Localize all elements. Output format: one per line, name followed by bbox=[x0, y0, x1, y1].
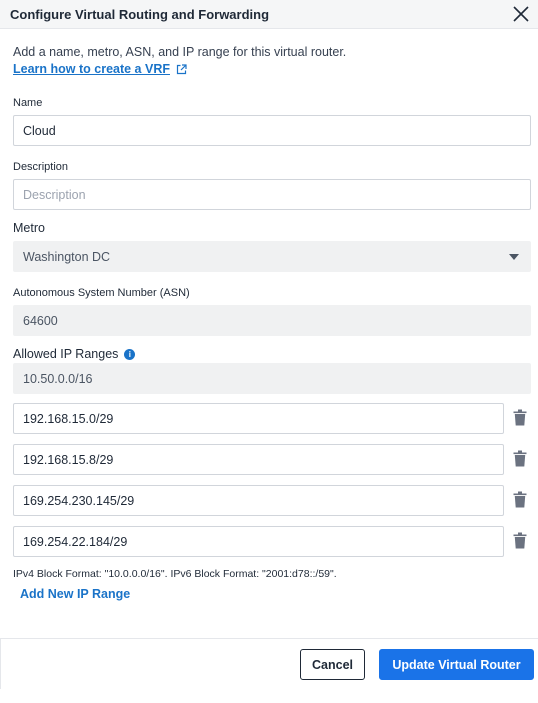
metro-select[interactable]: Washington DC bbox=[13, 241, 531, 272]
trash-icon bbox=[513, 491, 527, 508]
trash-icon bbox=[513, 409, 527, 426]
learn-vrf-link-label: Learn how to create a VRF bbox=[13, 62, 170, 76]
delete-ip-range-button[interactable] bbox=[513, 409, 527, 426]
metro-selected-value: Washington DC bbox=[23, 249, 111, 264]
description-label: Description bbox=[13, 161, 69, 173]
description-input[interactable]: Description bbox=[13, 179, 531, 210]
footer-border bbox=[0, 639, 1, 689]
allowed-ip-ranges-heading: Allowed IP Ranges i bbox=[13, 347, 136, 361]
asn-input[interactable]: 64600 bbox=[13, 305, 531, 336]
close-icon bbox=[513, 6, 529, 22]
trash-icon bbox=[513, 532, 527, 549]
ip-range-row: 192.168.15.0/29 bbox=[13, 403, 531, 434]
name-label: Name bbox=[13, 97, 43, 109]
delete-ip-range-button[interactable] bbox=[513, 450, 527, 467]
delete-ip-range-button[interactable] bbox=[513, 532, 527, 549]
ip-range-row: 169.254.22.184/29 bbox=[13, 526, 531, 557]
ip-range-input[interactable]: 169.254.230.145/29 bbox=[13, 485, 504, 516]
learn-vrf-link[interactable]: Learn how to create a VRF bbox=[13, 62, 187, 76]
ip-range-row: 192.168.15.8/29 bbox=[13, 444, 531, 475]
ip-range-input[interactable]: 192.168.15.0/29 bbox=[13, 403, 504, 434]
ip-format-hint: IPv4 Block Format: "10.0.0.0/16". IPv6 B… bbox=[13, 568, 337, 580]
close-button[interactable] bbox=[510, 3, 532, 25]
asn-label: Autonomous System Number (ASN) bbox=[13, 287, 190, 299]
ip-range-input[interactable]: 169.254.22.184/29 bbox=[13, 526, 504, 557]
name-input[interactable]: Cloud bbox=[13, 115, 531, 146]
trash-icon bbox=[513, 450, 527, 467]
allowed-ip-ranges-label: Allowed IP Ranges bbox=[13, 347, 119, 361]
info-icon[interactable]: i bbox=[124, 349, 136, 360]
ip-range-input[interactable]: 192.168.15.8/29 bbox=[13, 444, 504, 475]
dialog-header: Configure Virtual Routing and Forwarding bbox=[0, 0, 538, 29]
dialog-description: Add a name, metro, ASN, and IP range for… bbox=[13, 45, 347, 59]
ip-range-row: 169.254.230.145/29 bbox=[13, 485, 531, 516]
delete-ip-range-button[interactable] bbox=[513, 491, 527, 508]
external-link-icon bbox=[176, 63, 187, 74]
footer-divider bbox=[0, 638, 538, 639]
update-virtual-router-button[interactable]: Update Virtual Router bbox=[379, 649, 534, 680]
add-ip-range-button[interactable]: Add New IP Range bbox=[20, 587, 130, 601]
dialog-title: Configure Virtual Routing and Forwarding bbox=[10, 7, 270, 22]
metro-label: Metro bbox=[13, 221, 45, 235]
cancel-button[interactable]: Cancel bbox=[300, 649, 365, 680]
base-ip-range-field: 10.50.0.0/16 bbox=[13, 363, 531, 394]
chevron-down-icon bbox=[509, 253, 519, 260]
